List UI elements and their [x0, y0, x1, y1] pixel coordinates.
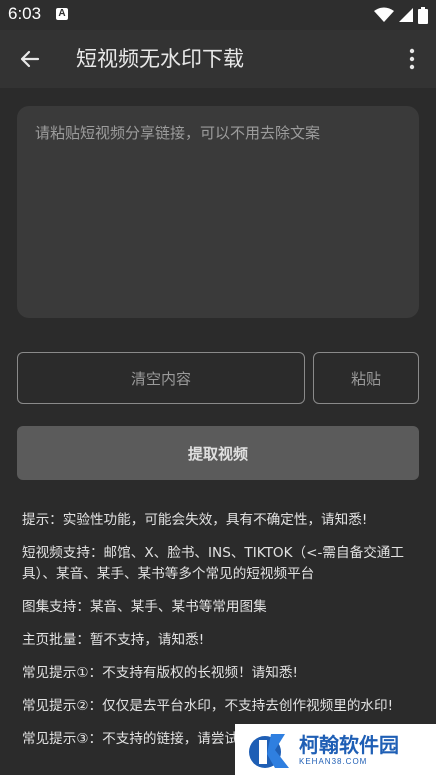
more-options-icon[interactable] [402, 45, 422, 73]
paste-button[interactable]: 粘贴 [313, 352, 419, 404]
page-title: 短视频无水印下载 [76, 47, 244, 71]
app-bar: 短视频无水印下载 [0, 30, 436, 88]
extract-video-button[interactable]: 提取视频 [17, 426, 419, 480]
status-icons [374, 6, 428, 24]
notification-icon: A [56, 8, 68, 20]
share-link-input[interactable]: 请粘贴短视频分享链接，可以不用去除文案 [17, 106, 419, 318]
tip-text: 图集支持：某音、某手、某书等常用图集 [22, 599, 267, 615]
signal-icon [399, 8, 413, 22]
kehan-logo-icon [249, 733, 289, 768]
status-time: 6:03 [8, 4, 42, 23]
tip-text: 提示：实验性功能，可能会失效，具有不确定性，请知悉! [22, 512, 368, 528]
watermark-name: 柯翰软件园 [299, 732, 399, 757]
status-bar: 6:03 A [0, 0, 436, 30]
battery-icon [418, 6, 428, 24]
wifi-icon [374, 7, 394, 22]
tip-text: 常见提示②：仅仅是去平台水印，不支持去创作视频里的水印! [22, 698, 394, 714]
clear-button[interactable]: 清空内容 [17, 352, 305, 404]
tip-text: 短视频支持：邮馆、X、脸书、INS、TIKTOK（<-需自备交通工具）、某音、某… [22, 545, 404, 582]
back-arrow-icon[interactable] [14, 44, 44, 74]
tip-text: 常见提示①：不支持有版权的长视频！请知悉! [22, 665, 298, 681]
watermark-domain: KEHAN38.COM [299, 756, 368, 766]
input-placeholder: 请粘贴短视频分享链接，可以不用去除文案 [35, 124, 321, 142]
watermark-text: 柯翰软件园 KEHAN38.COM [299, 733, 399, 767]
site-watermark: 柯翰软件园 KEHAN38.COM [235, 724, 436, 775]
tip-text: 主页批量：暂不支持，请知悉! [22, 632, 205, 648]
